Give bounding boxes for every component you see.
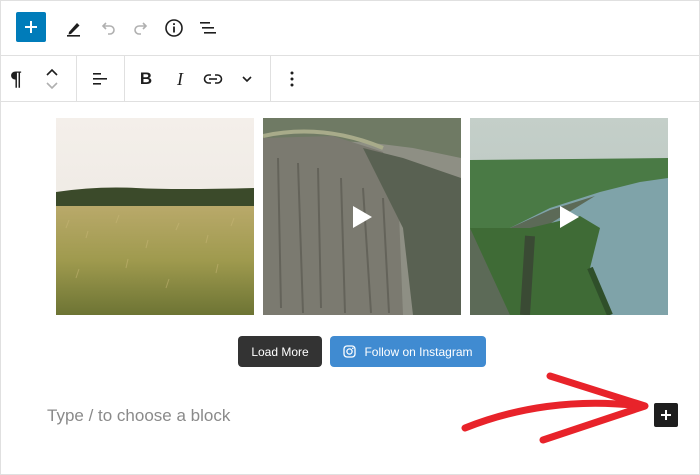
italic-icon: I	[177, 68, 183, 89]
plus-icon	[661, 410, 671, 420]
bold-button[interactable]: B	[133, 63, 159, 95]
toolbar-divider	[270, 56, 271, 102]
redo-icon	[134, 22, 148, 35]
more-options-icon	[290, 71, 294, 87]
wheat-field-image	[56, 118, 254, 315]
red-arrow-annotation	[461, 372, 649, 444]
info-icon	[165, 19, 183, 37]
tools-button[interactable]	[58, 12, 90, 44]
add-block-inline-button[interactable]	[654, 403, 678, 427]
align-left-icon	[93, 73, 107, 85]
undo-icon	[101, 22, 115, 35]
toolbar-divider	[124, 56, 125, 102]
add-block-button[interactable]	[16, 12, 46, 42]
redo-button[interactable]	[125, 12, 157, 44]
move-down-button[interactable]	[40, 79, 64, 93]
feed-tile-rocky-cliff[interactable]	[263, 118, 461, 315]
follow-label: Follow on Instagram	[364, 344, 473, 359]
move-up-button[interactable]	[40, 65, 64, 79]
load-more-button[interactable]: Load More	[238, 336, 322, 367]
undo-button[interactable]	[92, 12, 124, 44]
align-button[interactable]	[86, 63, 114, 95]
toolbar-divider	[76, 56, 77, 102]
list-view-button[interactable]	[192, 12, 224, 44]
block-toolbar: ¶ B I	[0, 56, 700, 102]
paragraph-icon: ¶	[9, 67, 23, 91]
link-button[interactable]	[200, 63, 226, 95]
play-icon	[353, 205, 372, 228]
link-icon	[203, 74, 223, 84]
move-up-icon	[46, 68, 58, 76]
bold-icon: B	[139, 69, 153, 88]
plus-icon	[25, 21, 37, 33]
italic-button[interactable]: I	[167, 63, 193, 95]
feed-tile-sea-cliffs[interactable]	[470, 118, 668, 315]
details-button[interactable]	[158, 12, 190, 44]
play-icon	[560, 205, 579, 228]
top-toolbar	[0, 0, 700, 56]
block-appender-placeholder[interactable]: Type / to choose a block	[47, 406, 230, 426]
chevron-down-icon	[242, 76, 252, 83]
more-rich-text-button[interactable]	[234, 63, 260, 95]
feed-tile-wheat-field[interactable]	[56, 118, 254, 315]
options-button[interactable]	[280, 63, 304, 95]
load-more-label: Load More	[251, 344, 309, 359]
follow-on-instagram-button[interactable]: Follow on Instagram	[330, 336, 486, 367]
instagram-icon	[343, 345, 357, 358]
move-down-icon	[46, 82, 58, 90]
pencil-icon	[67, 23, 80, 37]
list-view-icon	[200, 22, 216, 34]
paragraph-button[interactable]: ¶	[4, 63, 28, 95]
